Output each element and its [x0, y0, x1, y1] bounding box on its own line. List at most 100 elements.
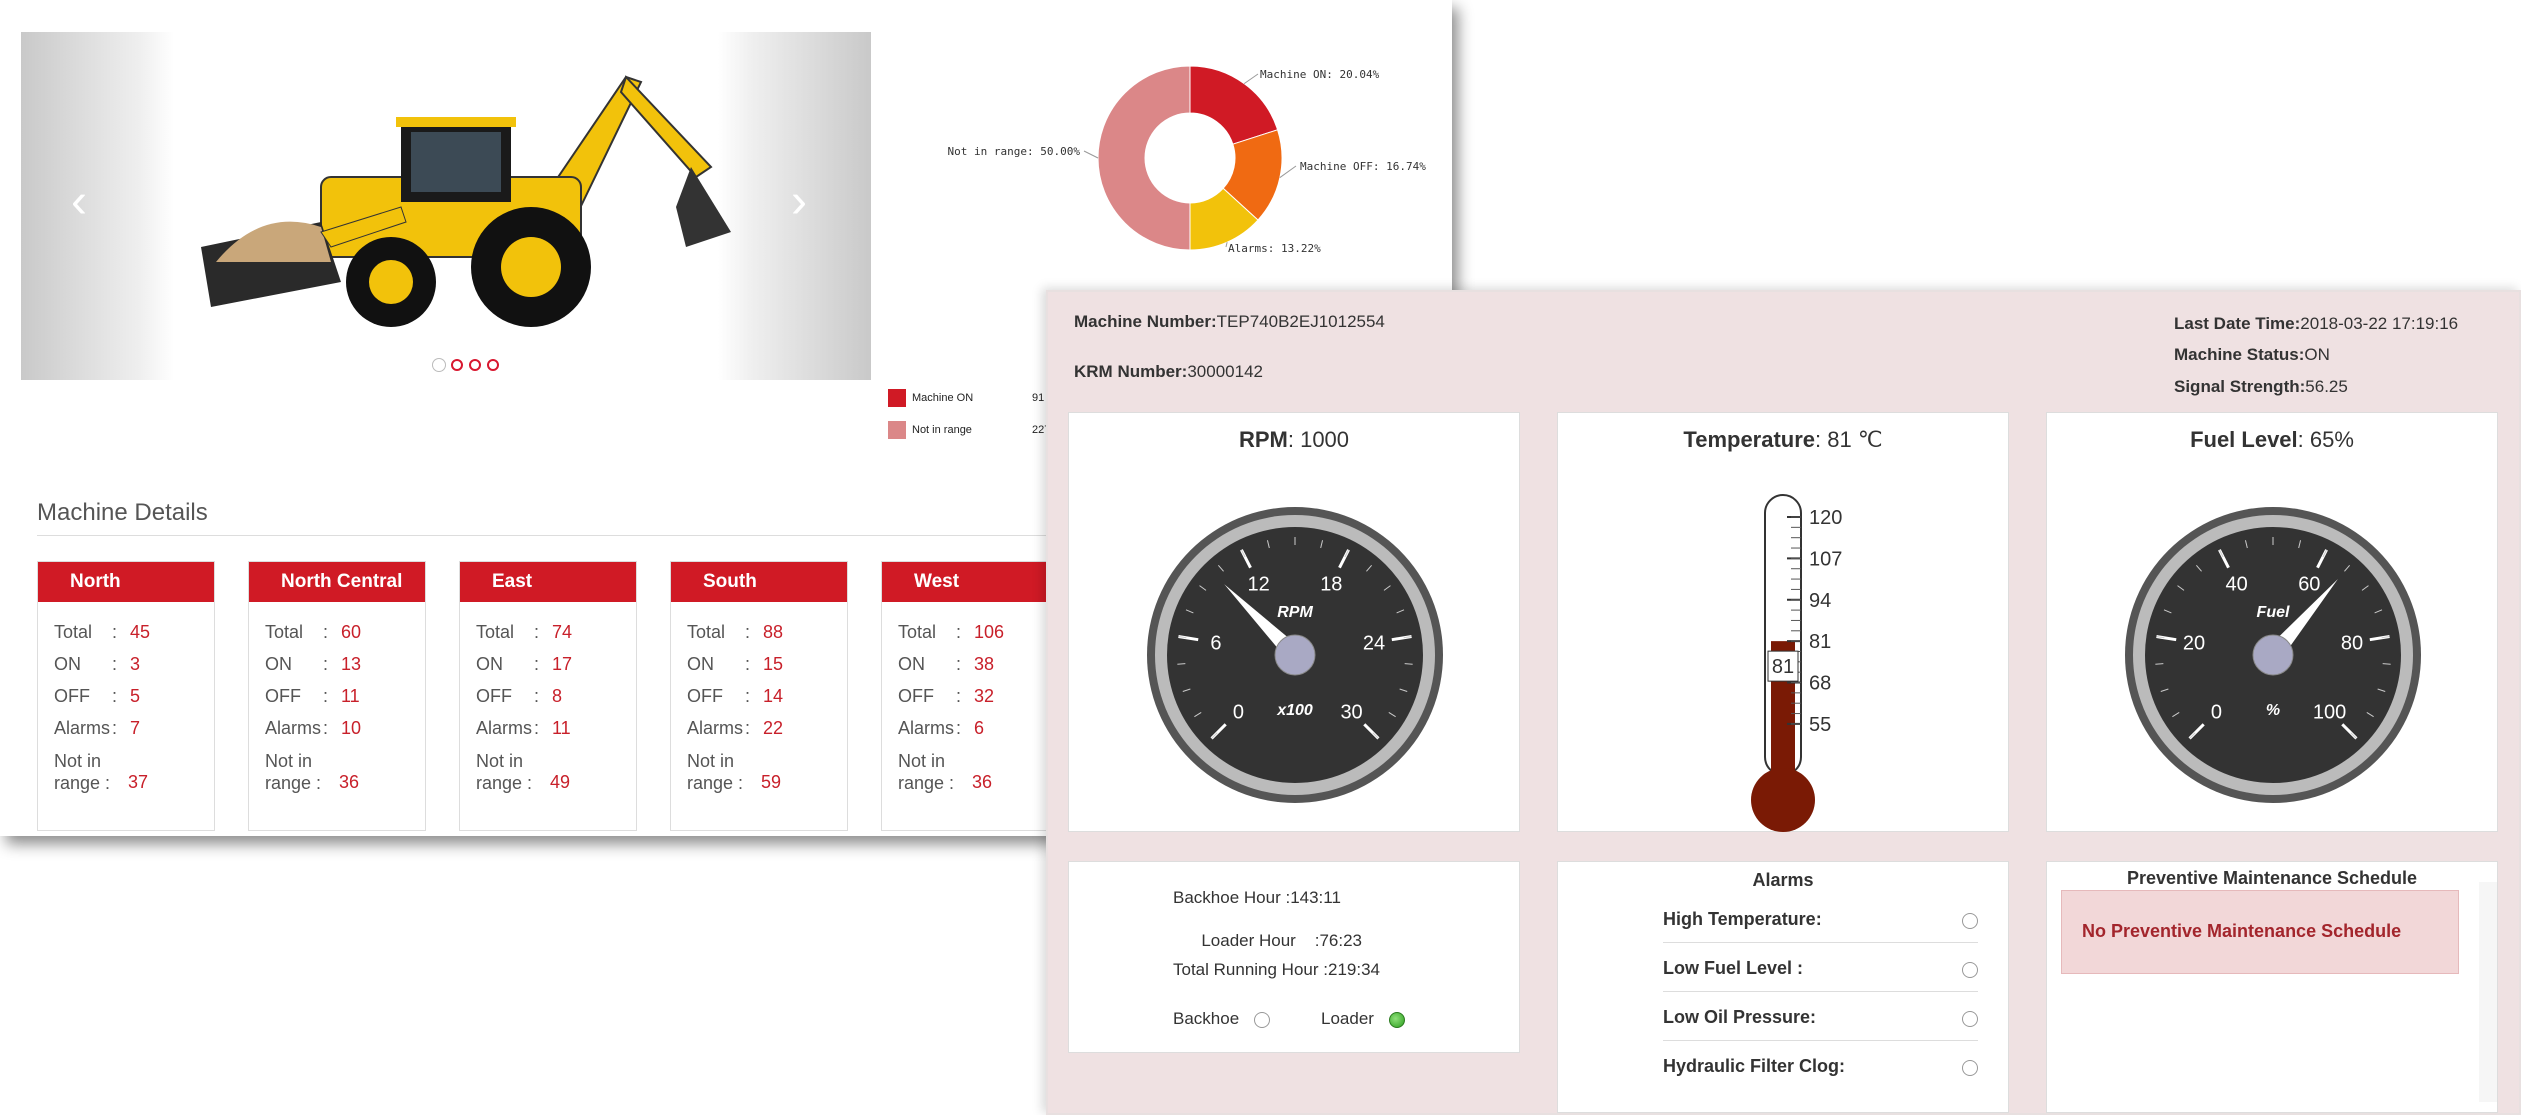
- region-card[interactable]: South Total:88 ON:15 OFF:14 Alarms:22 Not in …: [670, 561, 848, 831]
- region-stat-row: ON:17: [476, 654, 636, 686]
- maintenance-card: Preventive Maintenance Schedule No Preve…: [2046, 861, 2498, 1113]
- legend-item[interactable]: Not in range 227: [888, 414, 1050, 446]
- region-stat-row: Not in range : 37: [54, 750, 214, 794]
- carousel-next-arrow[interactable]: ›: [791, 178, 807, 226]
- region-stat-value: 15: [763, 654, 784, 674]
- alarm-label: Low Fuel Level :: [1663, 958, 1804, 978]
- machine-status: Machine Status:ON: [2174, 345, 2330, 365]
- region-stat-label: Not in range :: [265, 751, 322, 793]
- region-stat-separator: :: [956, 622, 962, 642]
- region-name: North Central: [249, 562, 425, 602]
- gauge-tick-label: 40: [2226, 574, 2248, 596]
- legend-label: Machine ON: [912, 392, 974, 404]
- region-stat-separator: :: [956, 654, 962, 674]
- alarm-row: Low Oil Pressure:: [1663, 992, 1978, 1041]
- total-running-hour-label: Total Running Hour :: [1173, 960, 1328, 979]
- region-stat-label: ON: [54, 654, 81, 674]
- region-stat-row: Total:74: [476, 622, 636, 654]
- region-stat-row: Not in range : 36: [898, 750, 1058, 794]
- region-stat-label: Alarms: [54, 718, 111, 738]
- region-card[interactable]: East Total:74 ON:17 OFF:8 Alarms:11 Not in ra…: [459, 561, 637, 831]
- gauge-minor-tick: [1404, 663, 1413, 665]
- region-stat-value: 7: [130, 718, 141, 738]
- gauge-tick-label: 18: [1320, 574, 1342, 596]
- region-stat-value: 5: [130, 686, 141, 706]
- region-stat-label: OFF: [265, 686, 301, 706]
- backhoe-hour-value: 143:11: [1290, 888, 1341, 907]
- region-stat-separator: :: [534, 686, 540, 706]
- thermometer-gauge: 120 107 94 81 68 55 81: [1751, 494, 1842, 832]
- backhoe-loader-image: [201, 75, 731, 327]
- region-stat-value: 74: [552, 622, 573, 642]
- region-stat-row: ON:3: [54, 654, 214, 686]
- machine-image-carousel[interactable]: ‹ ›: [21, 32, 871, 380]
- machine-number-value: TEP740B2EJ1012554: [1216, 312, 1385, 331]
- region-stat-separator: :: [112, 686, 118, 706]
- backhoe-indicator-led: [1253, 1011, 1270, 1028]
- alarm-indicator-led: [1962, 962, 1978, 978]
- region-stat-label: Not in range :: [54, 751, 111, 793]
- chart-legend: Machine ON 91 Not in range 227: [888, 382, 1050, 446]
- carousel-dot[interactable]: [469, 359, 481, 371]
- region-card[interactable]: West Total:106 ON:38 OFF:32 Alarms:6 Not in r…: [881, 561, 1059, 831]
- region-stat-row: Not in range : 59: [687, 750, 847, 794]
- region-stat-value: 60: [341, 622, 362, 642]
- carousel-prev-arrow[interactable]: ‹: [71, 178, 87, 226]
- total-running-hour-value: 219:34: [1327, 960, 1380, 979]
- machine-status-donut-chart: Machine ON: 20.04% Machine OFF: 16.74% Ala…: [900, 40, 1452, 280]
- loader-hour-value: 76:23: [1319, 931, 1363, 950]
- carousel-dot[interactable]: [487, 359, 499, 371]
- region-stat-label: Alarms: [898, 718, 955, 738]
- machine-status-label: Machine Status:: [2174, 345, 2305, 364]
- carousel-dot[interactable]: [433, 359, 445, 371]
- maintenance-message: No Preventive Maintenance Schedule: [2061, 890, 2459, 974]
- region-stat-label: OFF: [476, 686, 512, 706]
- region-name: East: [460, 562, 636, 602]
- donut-slice-label: Alarms: 13.22%: [1228, 242, 1321, 255]
- region-stat-value: 45: [130, 622, 151, 642]
- region-stat-value: 6: [974, 718, 985, 738]
- signal-strength-value: 56.25: [2305, 377, 2348, 396]
- machine-number: Machine Number:TEP740B2EJ1012554: [1074, 312, 1404, 332]
- region-card[interactable]: North Central Total:60 ON:13 OFF:11 Alarms:1…: [248, 561, 426, 831]
- region-stat-value: 22: [763, 718, 784, 738]
- donut-label-leader: [1243, 73, 1259, 85]
- region-card[interactable]: North Total:45 ON:3 OFF:5 Alarms:7 Not in ran…: [37, 561, 215, 831]
- alarm-indicator-led: [1962, 1060, 1978, 1076]
- region-stat-separator: :: [323, 622, 329, 642]
- region-stat-row: Total:106: [898, 622, 1058, 654]
- region-stat-separator: :: [534, 622, 540, 642]
- region-stat-label: Not in range :: [898, 751, 955, 793]
- thermometer-bulb: [1751, 768, 1815, 832]
- region-stat-row: Total:60: [265, 622, 425, 654]
- region-stat-value: 88: [763, 622, 784, 642]
- region-stat-label: OFF: [687, 686, 723, 706]
- region-stat-label: Alarms: [265, 718, 322, 738]
- region-stat-row: Alarms:6: [898, 718, 1058, 750]
- mode-indicator-loader: Loader: [1321, 1009, 1405, 1029]
- gauge-unit-label: %: [2266, 702, 2280, 719]
- region-stat-label: OFF: [898, 686, 934, 706]
- region-stat-separator: :: [745, 654, 751, 674]
- region-stat-label: Total: [898, 622, 937, 642]
- region-stat-separator: :: [534, 718, 540, 738]
- region-name: South: [671, 562, 847, 602]
- region-stat-label: Total: [54, 622, 93, 642]
- backhoe-mode-label: Backhoe: [1173, 1009, 1240, 1028]
- region-stat-row: Alarms:22: [687, 718, 847, 750]
- region-stat-separator: :: [112, 718, 118, 738]
- region-stat-label: OFF: [54, 686, 90, 706]
- region-stat-row: OFF:32: [898, 686, 1058, 718]
- donut-slice[interactable]: [1097, 65, 1191, 251]
- carousel-dot[interactable]: [451, 359, 463, 371]
- alarm-row: Hydraulic Filter Clog:: [1663, 1041, 1978, 1090]
- region-stat-separator: :: [323, 686, 329, 706]
- maintenance-scrollbar[interactable]: [2479, 882, 2497, 1102]
- donut-slice-label: Not in range: 50.00%: [948, 145, 1081, 158]
- region-stat-value: 36: [972, 772, 993, 792]
- gauge-tick-label: 20: [2183, 632, 2205, 654]
- legend-item[interactable]: Machine ON 91: [888, 382, 1050, 414]
- region-stat-separator: :: [534, 654, 540, 674]
- region-stat-value: 10: [341, 718, 362, 738]
- region-stat-value: 14: [763, 686, 784, 706]
